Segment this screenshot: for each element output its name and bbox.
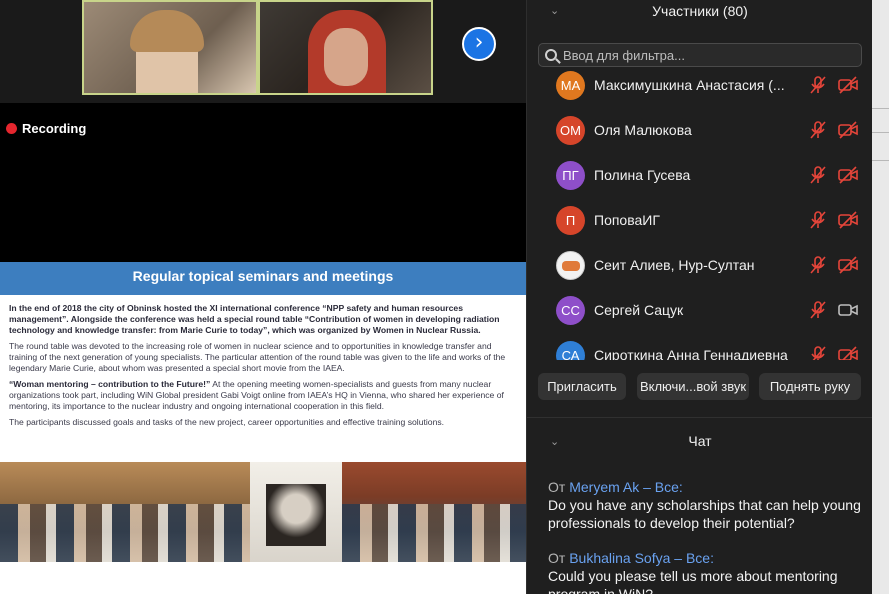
participant-video-image [130,10,204,93]
participant-name: Сергей Сацук [594,302,684,318]
participant-row[interactable]: ПГ Полина Гусева [527,160,873,196]
participant-video-image [308,10,386,93]
participant-name: Максимушкина Анастасия (... [594,77,785,93]
video-off-icon[interactable] [838,76,858,94]
participant-name: Полина Гусева [594,167,691,183]
chat-text: Could you please tell us more about ment… [548,568,838,594]
chat-title: Чат [688,433,712,449]
video-off-icon[interactable] [838,166,858,184]
video-off-icon[interactable] [838,121,858,139]
video-tile[interactable] [82,0,258,95]
meeting-view: › Recording Regular topical seminars and… [0,0,526,594]
video-strip: › [0,0,526,103]
video-off-icon[interactable] [838,346,858,360]
next-page-button[interactable]: › [462,27,496,61]
muted-mic-icon[interactable] [808,346,828,360]
avatar: СА [556,341,585,360]
chat-meta: От Meryem Ak – Все: [548,478,868,496]
slide-title: Regular topical seminars and meetings [0,262,526,295]
participant-name: ПоповаИГ [594,212,660,228]
chat-sender[interactable]: Bukhalina Sofya – Все: [569,550,714,566]
muted-mic-icon[interactable] [808,256,828,274]
muted-mic-icon[interactable] [808,301,828,319]
chat-message: От Bukhalina Sofya – Все: Could you plea… [548,549,868,594]
participants-chat-panel: ⌄ Участники (80) Ввод для фильтра... МА М… [526,0,873,594]
avatar: СС [556,296,585,325]
avatar: ОМ [556,116,585,145]
participant-row[interactable]: П ПоповаИГ [527,205,873,241]
recording-indicator: Recording [6,121,86,136]
shared-screen-slide: Regular topical seminars and meetings In… [0,262,526,594]
slide-paragraph: The round table was devoted to the incre… [9,341,506,373]
slide-body: In the end of 2018 the city of Obninsk h… [0,295,526,428]
slide-paragraph-lead: “Woman mentoring – contribution to the F… [9,379,211,389]
search-placeholder: Ввод для фильтра... [563,47,685,63]
avatar: ПГ [556,161,585,190]
muted-mic-icon[interactable] [808,121,828,139]
search-icon [545,49,557,61]
slide-paragraph: “Woman mentoring – contribution to the F… [9,379,517,412]
chat-meta: От Bukhalina Sofya – Все: [548,549,868,567]
participant-row[interactable]: СА Сироткина Анна Геннадиевна [527,340,873,360]
invite-button[interactable]: Пригласить [538,373,626,400]
muted-mic-icon[interactable] [808,211,828,229]
participant-actions: Пригласить Включи...вой звук Поднять рук… [527,373,873,401]
participant-row[interactable]: СС Сергей Сацук [527,295,873,331]
avatar: МА [556,71,585,100]
slide-paragraph: The participants discussed goals and tas… [9,417,445,427]
video-off-icon[interactable] [838,211,858,229]
participant-row[interactable]: Сеит Алиев, Нур-Султан [527,250,873,286]
slide-photo [250,462,342,562]
slide-photo [0,462,250,562]
raise-hand-button[interactable]: Поднять руку [759,373,861,400]
participant-filter-input[interactable]: Ввод для фильтра... [538,43,862,67]
slide-photos [0,462,526,562]
participant-list[interactable]: МА Максимушкина Анастасия (... ОМ Оля Малюк… [527,70,873,360]
participant-row[interactable]: МА Максимушкина Анастасия (... [527,70,873,106]
record-dot-icon [6,123,17,134]
participant-name: Сеит Алиев, Нур-Султан [594,257,755,273]
video-tile[interactable] [258,0,433,95]
chat-text: Do you have any scholarships that can he… [548,497,861,531]
background-window [872,0,889,594]
muted-mic-icon[interactable] [808,166,828,184]
participant-name: Сироткина Анна Геннадиевна [594,347,788,360]
slide-paragraph: In the end of 2018 the city of Obninsk h… [9,303,500,335]
participants-title: Участники (80) [652,3,748,19]
chevron-right-icon: › [474,30,484,55]
avatar: П [556,206,585,235]
muted-mic-icon[interactable] [808,76,828,94]
chat-prefix: От [548,550,566,566]
participant-row[interactable]: ОМ Оля Малюкова [527,115,873,151]
video-icon[interactable] [838,301,858,319]
divider [527,417,873,418]
participant-name: Оля Малюкова [594,122,692,138]
avatar [556,251,585,280]
chat-sender[interactable]: Meryem Ak – Все: [569,479,683,495]
chat-prefix: От [548,479,566,495]
chat-message: От Meryem Ak – Все: Do you have any scho… [548,478,868,532]
slide-photo [342,462,526,562]
unmute-button[interactable]: Включи...вой звук [637,373,749,400]
recording-label: Recording [22,121,87,136]
video-off-icon[interactable] [838,256,858,274]
